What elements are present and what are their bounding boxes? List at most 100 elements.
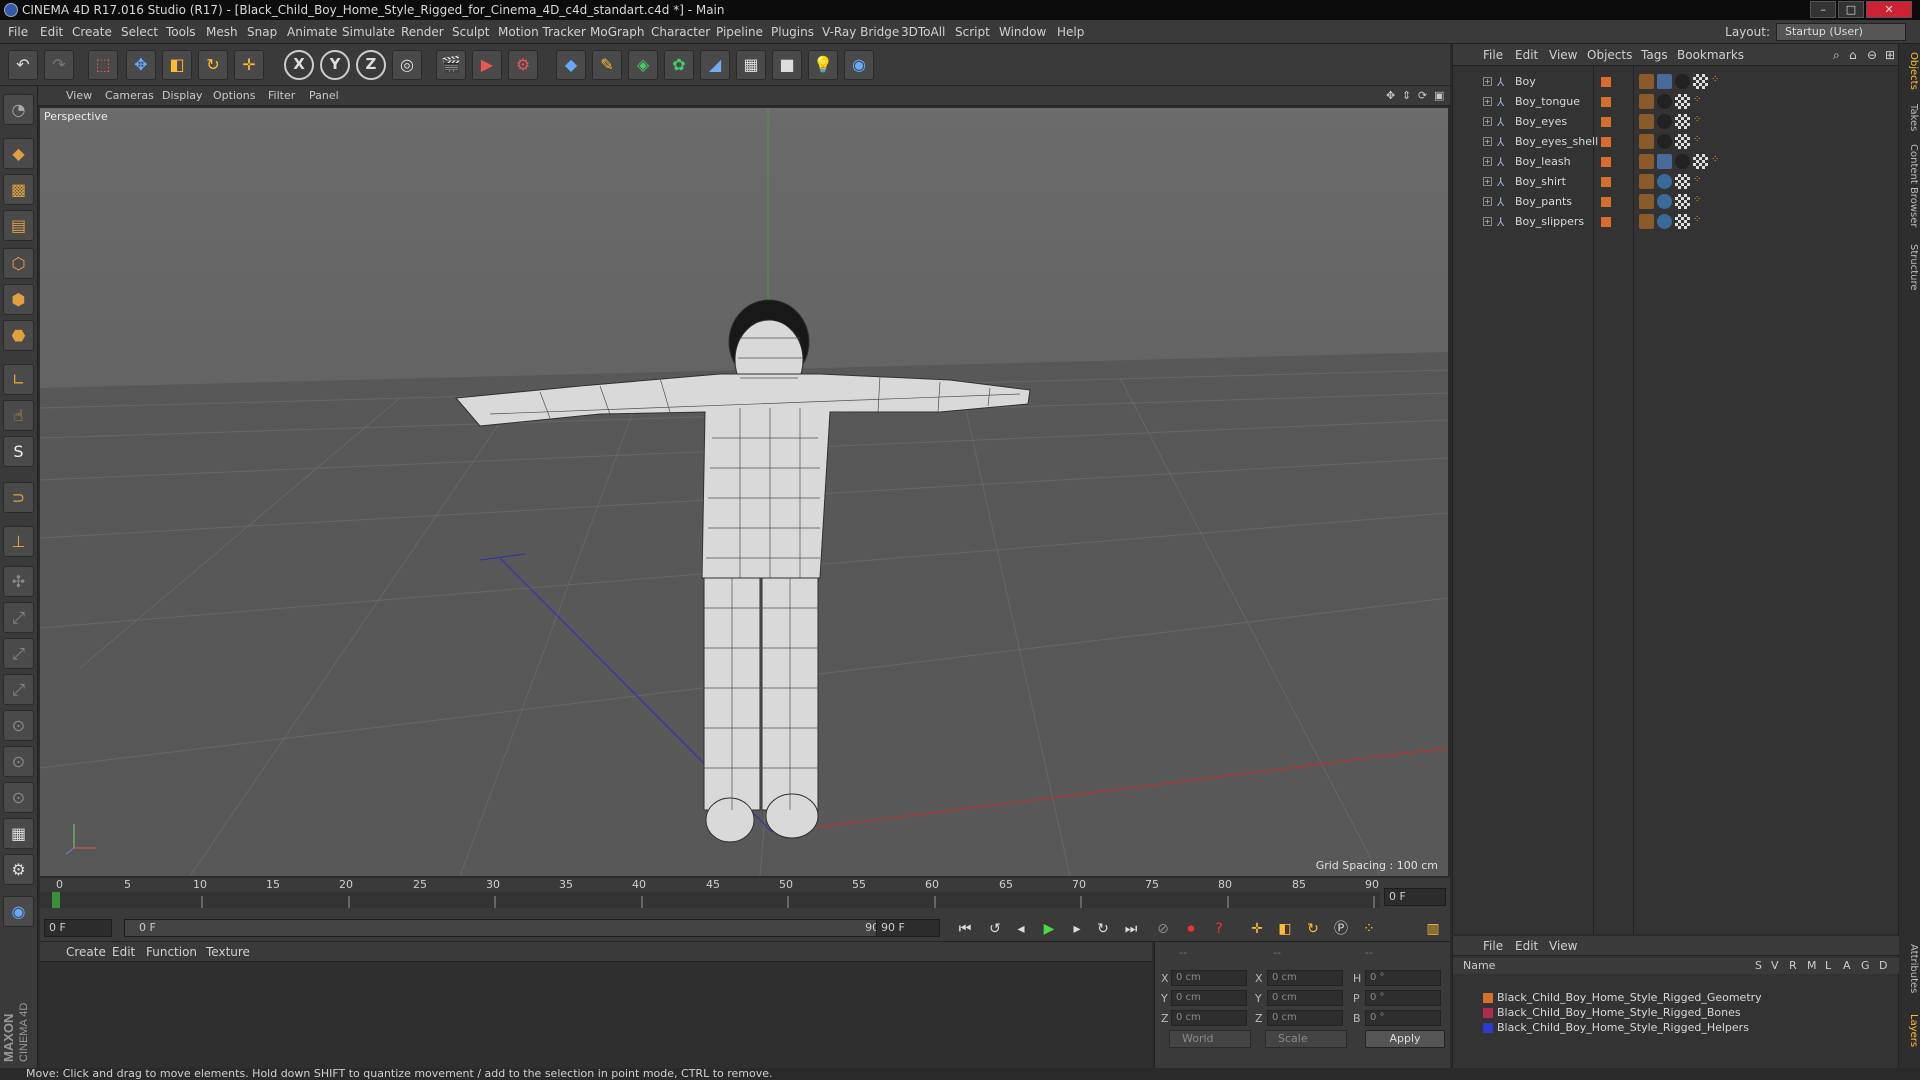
object-row[interactable]: + ⅄ Boy_pants ⁘ (1453, 192, 1899, 212)
size-y-field[interactable]: 0 cm (1267, 990, 1343, 1006)
texture-tag-icon[interactable] (1675, 94, 1690, 109)
selection-tag-icon[interactable]: ⁘ (1693, 114, 1708, 129)
menu-script[interactable]: Script (955, 20, 990, 44)
weight-tag-icon[interactable] (1639, 194, 1654, 209)
selection-tag-icon[interactable]: ⁘ (1693, 194, 1708, 209)
record-keys-icon[interactable]: ⊘ (1152, 918, 1174, 940)
menu-help[interactable]: Help (1057, 20, 1084, 44)
layer-color-swatch[interactable] (1483, 993, 1493, 1003)
tab-layers[interactable]: Layers (1901, 1014, 1919, 1047)
col-s[interactable]: S (1755, 958, 1762, 974)
texture-tag-icon[interactable] (1675, 134, 1690, 149)
edges-mode-icon[interactable]: ⬢ (3, 284, 34, 315)
material-menu-function[interactable]: Function (146, 942, 197, 962)
col-a[interactable]: A (1843, 958, 1851, 974)
redo-icon[interactable]: ↷ (44, 50, 74, 80)
timeline-ruler[interactable]: 0 5 10 15 20 25 30 35 40 45 50 55 60 65 … (40, 878, 1450, 916)
tab-content-browser[interactable]: Content Browser (1901, 144, 1919, 227)
weight-tag-icon[interactable] (1639, 134, 1654, 149)
viewport-menu-options[interactable]: Options (213, 86, 255, 106)
object-name[interactable]: Boy_leash (1515, 152, 1571, 172)
texture-mode-icon[interactable]: ▩ (3, 174, 34, 205)
python-icon[interactable]: ◉ (844, 50, 874, 80)
object-name[interactable]: Boy_pants (1515, 192, 1572, 212)
current-frame-field[interactable]: 0 F (1384, 888, 1446, 906)
layer-name[interactable]: Black_Child_Boy_Home_Style_Rigged_Bones (1497, 1005, 1741, 1020)
object-name[interactable]: Boy_shirt (1515, 172, 1566, 192)
selection-tag-icon[interactable]: ⁘ (1711, 154, 1726, 169)
col-d[interactable]: D (1879, 958, 1887, 974)
tab-objects[interactable]: Objects (1901, 52, 1919, 90)
weight-tag-icon[interactable] (1639, 174, 1654, 189)
menu-character[interactable]: Character (651, 20, 710, 44)
material-tag-icon[interactable] (1675, 154, 1690, 169)
object-row[interactable]: + ⅄ Boy_tongue ⁘ (1453, 92, 1899, 112)
weight-tag-icon[interactable] (1639, 114, 1654, 129)
step-back-icon[interactable]: ◂ (1010, 918, 1032, 940)
menu-file[interactable]: File (8, 20, 28, 44)
make-editable-icon[interactable]: ◔ (3, 94, 34, 125)
object-row[interactable]: + ⅄ Boy_slippers ⁘ (1453, 212, 1899, 232)
material-tag-icon[interactable] (1657, 214, 1672, 229)
key-help-icon[interactable]: ? (1208, 918, 1230, 940)
om-menu-tags[interactable]: Tags (1641, 44, 1668, 66)
pen-spline-icon[interactable]: ✎ (592, 50, 622, 80)
polygons-mode-icon[interactable]: ⬣ (3, 320, 34, 351)
viewport-menu-filter[interactable]: Filter (268, 86, 295, 106)
y-axis-icon[interactable]: Y (320, 50, 350, 80)
material-menu-create[interactable]: Create (66, 942, 106, 962)
menu-mesh[interactable]: Mesh (206, 20, 238, 44)
model-mode-icon[interactable]: ◆ (3, 138, 34, 169)
layer-color-icon[interactable] (1601, 177, 1611, 187)
texture-tag-icon[interactable] (1693, 74, 1708, 89)
expand-icon[interactable]: + (1483, 197, 1492, 206)
menu-edit[interactable]: Edit (40, 20, 63, 44)
col-v[interactable]: V (1771, 958, 1779, 974)
viewport-rotate-icon[interactable]: ⟳ (1418, 86, 1427, 106)
layer-color-icon[interactable] (1601, 117, 1611, 127)
frame-range-slider[interactable]: 0 F 90 F (124, 919, 908, 937)
col-r[interactable]: R (1789, 958, 1797, 974)
tab-takes[interactable]: Takes (1901, 104, 1919, 131)
texture-tag-icon[interactable] (1675, 194, 1690, 209)
autokey-icon[interactable]: ⏺ (1180, 918, 1202, 940)
layer-row[interactable]: Black_Child_Boy_Home_Style_Rigged_Geomet… (1453, 990, 1899, 1005)
object-row[interactable]: + ⅄ Boy_eyes_shell ⁘ (1453, 132, 1899, 152)
solo-mode-icon[interactable]: S (3, 436, 34, 467)
menu-motion-tracker[interactable]: Motion Tracker (498, 20, 586, 44)
magnet-icon[interactable]: ⊃ (3, 482, 34, 513)
viewport-zoom-icon[interactable]: ⇕ (1402, 86, 1411, 106)
play-icon[interactable]: ▶ (1038, 918, 1060, 940)
minimize-icon[interactable]: – (1810, 1, 1836, 18)
col-name[interactable]: Name (1463, 958, 1495, 974)
maximize-icon[interactable]: □ (1838, 1, 1864, 18)
layer-color-icon[interactable] (1601, 157, 1611, 167)
size-x-field[interactable]: 0 cm (1267, 970, 1343, 986)
material-tag-icon[interactable] (1657, 174, 1672, 189)
material-manager[interactable]: Create Edit Function Texture (40, 942, 1152, 1068)
tab-structure[interactable]: Structure (1901, 244, 1919, 291)
lm-menu-edit[interactable]: Edit (1515, 936, 1538, 956)
weight-tag-icon[interactable] (1639, 94, 1654, 109)
rotation-b-field[interactable]: 0 ° (1365, 1010, 1441, 1026)
material-menu-texture[interactable]: Texture (206, 942, 250, 962)
joint-tool-icon[interactable]: ✣ (3, 566, 34, 597)
object-name[interactable]: Boy_eyes_shell (1515, 132, 1598, 152)
menu-simulate[interactable]: Simulate (342, 20, 395, 44)
object-name[interactable]: Boy_slippers (1515, 212, 1584, 232)
viewport-perspective[interactable]: Perspective Grid Spacing : 100 cm (40, 108, 1448, 876)
object-row[interactable]: + ⅄ Boy_leash ⁘ (1453, 152, 1899, 172)
object-row[interactable]: + ⅄ Boy_eyes ⁘ (1453, 112, 1899, 132)
weight-tag-icon[interactable] (1639, 154, 1654, 169)
key-parameter-icon[interactable]: Ⓟ (1330, 918, 1352, 940)
z-axis-icon[interactable]: Z (356, 50, 386, 80)
character-tool-icon[interactable]: ⊙ (3, 782, 34, 813)
ik-tag-icon[interactable] (1657, 74, 1672, 89)
om-home-icon[interactable]: ⌂ (1849, 44, 1857, 66)
render-view-icon[interactable]: 🎬 (436, 50, 466, 80)
layout-select[interactable]: Startup (User) (1776, 23, 1906, 41)
menu-select[interactable]: Select (121, 20, 158, 44)
viewport-menu-cameras[interactable]: Cameras (105, 86, 154, 106)
object-row[interactable]: + ⅄ Boy ⁘ (1453, 72, 1899, 92)
python-script-icon[interactable]: ◉ (3, 896, 34, 927)
